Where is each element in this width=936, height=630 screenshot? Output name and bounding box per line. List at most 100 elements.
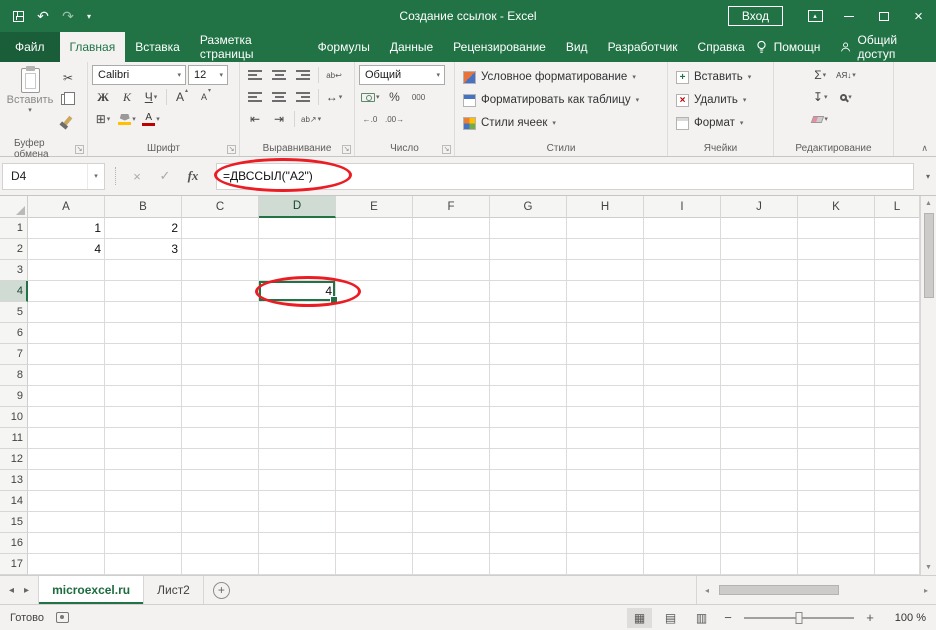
cell-F10[interactable]: [413, 407, 490, 428]
number-format-combo[interactable]: Общий ▾: [359, 65, 445, 85]
cell-F15[interactable]: [413, 512, 490, 533]
cell-A5[interactable]: [28, 302, 105, 323]
cell-J16[interactable]: [721, 533, 798, 554]
cell-D5[interactable]: [259, 302, 336, 323]
font-color-button[interactable]: А ▾: [140, 109, 162, 129]
row-header-3[interactable]: 3: [0, 260, 28, 281]
column-header-C[interactable]: C: [182, 196, 259, 218]
cell-I8[interactable]: [644, 365, 721, 386]
cell-G1[interactable]: [490, 218, 567, 239]
format-painter-button[interactable]: [57, 110, 79, 130]
cell-J13[interactable]: [721, 470, 798, 491]
cell-L6[interactable]: [875, 323, 920, 344]
cell-H8[interactable]: [567, 365, 644, 386]
sign-in-button[interactable]: Вход: [727, 6, 783, 26]
scroll-up-arrow[interactable]: ▲: [921, 196, 936, 211]
tab-data[interactable]: Данные: [380, 32, 443, 62]
cell-D16[interactable]: [259, 533, 336, 554]
close-button[interactable]: ×: [901, 0, 936, 32]
select-all-button[interactable]: [0, 196, 28, 218]
cell-I10[interactable]: [644, 407, 721, 428]
cell-L5[interactable]: [875, 302, 920, 323]
cell-I6[interactable]: [644, 323, 721, 344]
font-dialog-launcher[interactable]: ↘: [227, 145, 236, 154]
tab-developer[interactable]: Разработчик: [598, 32, 688, 62]
format-as-table-button[interactable]: Форматировать как таблицу ▾: [459, 89, 643, 111]
column-header-G[interactable]: G: [490, 196, 567, 218]
italic-button[interactable]: К: [116, 87, 138, 107]
cell-B13[interactable]: [105, 470, 182, 491]
cell-J15[interactable]: [721, 512, 798, 533]
cell-B5[interactable]: [105, 302, 182, 323]
cell-H13[interactable]: [567, 470, 644, 491]
cell-A1[interactable]: 1: [28, 218, 105, 239]
cell-H14[interactable]: [567, 491, 644, 512]
cell-C9[interactable]: [182, 386, 259, 407]
expand-formula-bar-button[interactable]: ▾: [926, 157, 930, 195]
cell-B10[interactable]: [105, 407, 182, 428]
cell-F9[interactable]: [413, 386, 490, 407]
column-header-L[interactable]: L: [875, 196, 920, 218]
cell-C17[interactable]: [182, 554, 259, 575]
orientation-button[interactable]: ab↗ ▾: [299, 109, 323, 129]
cell-B1[interactable]: 2: [105, 218, 182, 239]
column-header-F[interactable]: F: [413, 196, 490, 218]
formula-input[interactable]: =ДВССЫЛ("A2"): [216, 162, 914, 190]
cell-J3[interactable]: [721, 260, 798, 281]
cell-C4[interactable]: [182, 281, 259, 302]
cell-H9[interactable]: [567, 386, 644, 407]
row-header-4[interactable]: 4: [0, 281, 28, 302]
cell-F11[interactable]: [413, 428, 490, 449]
cell-B3[interactable]: [105, 260, 182, 281]
cell-J2[interactable]: [721, 239, 798, 260]
cell-K13[interactable]: [798, 470, 875, 491]
cell-C14[interactable]: [182, 491, 259, 512]
cell-B2[interactable]: 3: [105, 239, 182, 260]
cell-K1[interactable]: [798, 218, 875, 239]
name-box[interactable]: D4 ▾: [2, 162, 105, 190]
bold-button[interactable]: Ж: [92, 87, 114, 107]
conditional-formatting-button[interactable]: Условное форматирование ▾: [459, 66, 643, 88]
cell-C13[interactable]: [182, 470, 259, 491]
cell-K16[interactable]: [798, 533, 875, 554]
zoom-in-button[interactable]: +: [862, 610, 878, 625]
cell-L16[interactable]: [875, 533, 920, 554]
increase-decimal-button[interactable]: ←.0: [359, 109, 381, 129]
cell-J12[interactable]: [721, 449, 798, 470]
share-button[interactable]: Общий доступ: [840, 33, 922, 61]
cell-H3[interactable]: [567, 260, 644, 281]
borders-button[interactable]: ⊞ ▾: [92, 109, 114, 129]
cell-L8[interactable]: [875, 365, 920, 386]
cell-F14[interactable]: [413, 491, 490, 512]
cell-E12[interactable]: [336, 449, 413, 470]
tell-me-button[interactable]: Помощн: [755, 40, 820, 54]
row-header-2[interactable]: 2: [0, 239, 28, 260]
cell-L9[interactable]: [875, 386, 920, 407]
cell-C2[interactable]: [182, 239, 259, 260]
tab-page-layout[interactable]: Разметка страницы: [190, 32, 308, 62]
cell-J5[interactable]: [721, 302, 798, 323]
tab-review[interactable]: Рецензирование: [443, 32, 556, 62]
cell-C7[interactable]: [182, 344, 259, 365]
increase-indent-button[interactable]: ⇥: [268, 109, 290, 129]
tab-file[interactable]: Файл: [0, 32, 60, 62]
cell-D12[interactable]: [259, 449, 336, 470]
cell-H5[interactable]: [567, 302, 644, 323]
cell-B15[interactable]: [105, 512, 182, 533]
cell-D13[interactable]: [259, 470, 336, 491]
cell-G4[interactable]: [490, 281, 567, 302]
cell-K11[interactable]: [798, 428, 875, 449]
cell-D2[interactable]: [259, 239, 336, 260]
cell-L13[interactable]: [875, 470, 920, 491]
cell-G7[interactable]: [490, 344, 567, 365]
cell-H1[interactable]: [567, 218, 644, 239]
currency-format-button[interactable]: ▾: [359, 87, 382, 107]
cell-G8[interactable]: [490, 365, 567, 386]
cell-G14[interactable]: [490, 491, 567, 512]
row-header-14[interactable]: 14: [0, 491, 28, 512]
cell-C1[interactable]: [182, 218, 259, 239]
merge-center-button[interactable]: ↔ ▾: [323, 87, 345, 107]
macro-record-icon[interactable]: [55, 612, 69, 623]
column-header-D[interactable]: D: [259, 196, 336, 218]
collapse-ribbon-button[interactable]: ∧: [921, 143, 928, 154]
